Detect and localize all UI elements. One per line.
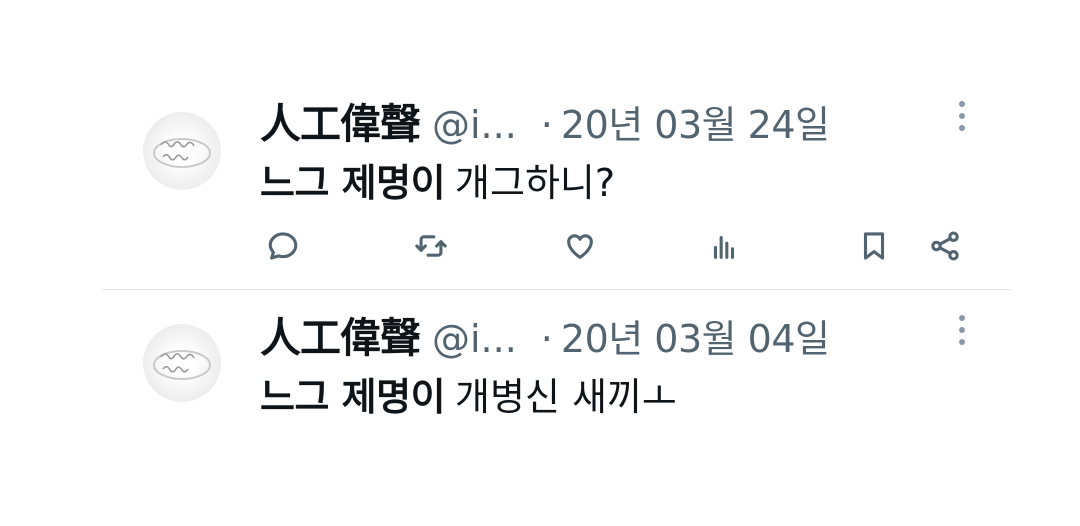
more-icon[interactable] bbox=[950, 310, 974, 350]
reply-icon[interactable] bbox=[263, 226, 303, 266]
avatar[interactable] bbox=[143, 112, 221, 190]
user-handle[interactable]: @i... bbox=[432, 317, 517, 361]
tweet-header: 人工偉聲 @i... · 20년 03월 04일 bbox=[260, 304, 830, 364]
tweet[interactable]: 人工偉聲 @i... · 20년 03월 04일 느그 제명이 개병신 새끼ㅗ bbox=[0, 290, 1080, 470]
tweet-text-bold: 느그 제명이 bbox=[260, 375, 446, 419]
share-icon[interactable] bbox=[925, 226, 965, 266]
avatar-image bbox=[153, 350, 211, 380]
more-icon[interactable] bbox=[950, 96, 974, 136]
separator: · bbox=[540, 103, 553, 147]
tweet-date[interactable]: 20년 03월 04일 bbox=[561, 308, 830, 363]
bookmark-icon[interactable] bbox=[854, 226, 894, 266]
separator: · bbox=[540, 317, 553, 361]
tweet-date[interactable]: 20년 03월 24일 bbox=[561, 94, 830, 149]
tweet-text-rest: 개병신 새끼ㅗ bbox=[455, 375, 677, 419]
retweet-icon[interactable] bbox=[411, 226, 451, 266]
avatar-image bbox=[153, 138, 211, 168]
views-icon[interactable] bbox=[704, 226, 744, 266]
display-name[interactable]: 人工偉聲 bbox=[260, 90, 421, 150]
avatar[interactable] bbox=[143, 324, 221, 402]
heart-icon[interactable] bbox=[560, 226, 600, 266]
tweet-text: 느그 제명이 개그하니? bbox=[260, 152, 615, 207]
tweet[interactable]: 人工偉聲 @i... · 20년 03월 24일 느그 제명이 개그하니? bbox=[0, 70, 1080, 284]
user-handle[interactable]: @i... bbox=[432, 103, 517, 147]
tweet-text: 느그 제명이 개병신 새끼ㅗ bbox=[260, 366, 677, 421]
action-bar bbox=[0, 220, 1080, 268]
tweet-text-bold: 느그 제명이 bbox=[260, 161, 446, 205]
display-name[interactable]: 人工偉聲 bbox=[260, 304, 421, 364]
tweet-header: 人工偉聲 @i... · 20년 03월 24일 bbox=[260, 90, 830, 150]
tweet-text-rest: 개그하니? bbox=[455, 161, 616, 205]
